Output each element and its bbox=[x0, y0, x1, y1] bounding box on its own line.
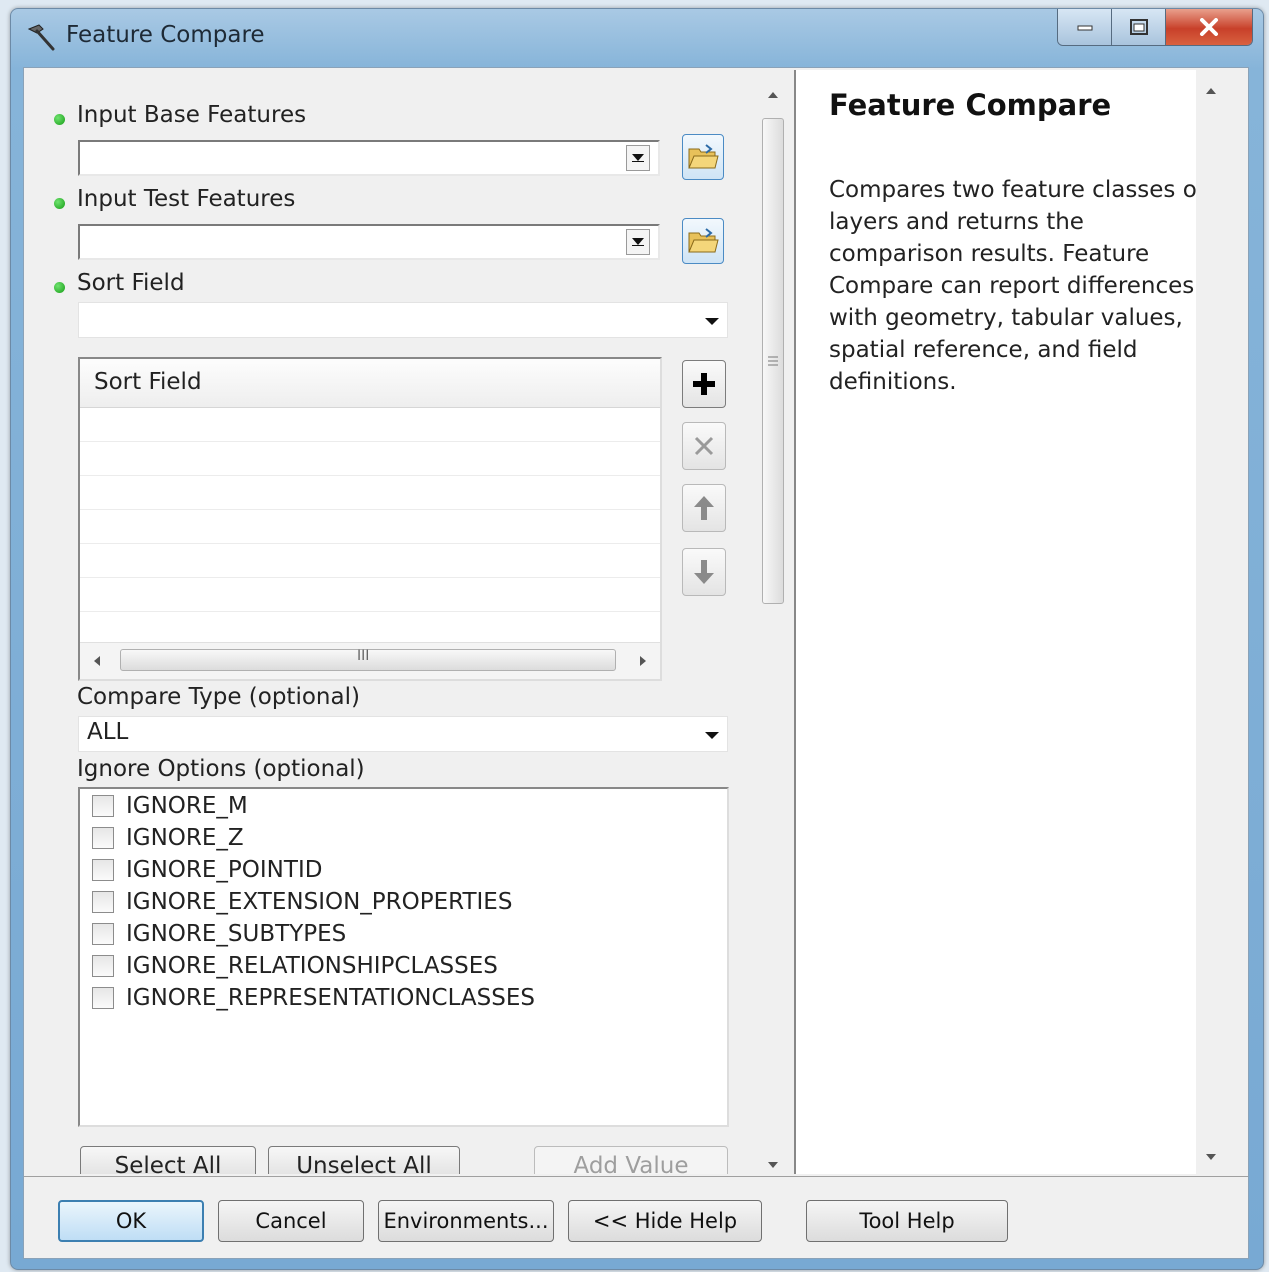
parameters-vertical-scrollbar[interactable] bbox=[757, 70, 789, 1174]
add-value-button[interactable]: Add Value bbox=[534, 1146, 728, 1174]
footer-separator bbox=[24, 1176, 1248, 1177]
compare-type-label: Compare Type (optional) bbox=[77, 684, 360, 710]
add-icon bbox=[693, 373, 715, 395]
help-panel: Feature Compare Compares two feature cla… bbox=[794, 70, 1226, 1174]
ignore-options-label: Ignore Options (optional) bbox=[77, 756, 365, 782]
table-row[interactable] bbox=[80, 510, 660, 544]
hide-help-button[interactable]: << Hide Help bbox=[568, 1200, 762, 1242]
scroll-down-icon[interactable] bbox=[1206, 1154, 1216, 1160]
move-up-icon bbox=[694, 496, 714, 520]
checkbox[interactable] bbox=[92, 923, 114, 945]
sort-field-table[interactable]: Sort Field III bbox=[78, 357, 662, 681]
table-row[interactable] bbox=[80, 408, 660, 442]
select-all-button[interactable]: Select All bbox=[80, 1146, 256, 1174]
required-indicator-icon bbox=[54, 198, 65, 209]
tool-help-button[interactable]: Tool Help bbox=[806, 1200, 1008, 1242]
unselect-all-button[interactable]: Unselect All bbox=[268, 1146, 460, 1174]
table-row[interactable] bbox=[80, 476, 660, 510]
list-item[interactable]: IGNORE_RELATIONSHIPCLASSES bbox=[92, 951, 498, 981]
close-button[interactable] bbox=[1166, 9, 1252, 45]
grip-icon bbox=[768, 356, 778, 366]
scroll-thumb[interactable] bbox=[762, 118, 784, 604]
help-description: Compares two feature classes or layers a… bbox=[829, 177, 1207, 395]
input-base-combo[interactable] bbox=[78, 140, 660, 176]
move-up-button[interactable] bbox=[682, 484, 726, 532]
move-down-button[interactable] bbox=[682, 548, 726, 596]
scroll-right-icon[interactable] bbox=[640, 656, 646, 666]
input-test-label: Input Test Features bbox=[77, 186, 296, 212]
window-title: Feature Compare bbox=[66, 22, 265, 48]
table-row[interactable] bbox=[80, 442, 660, 476]
minimize-icon bbox=[1077, 25, 1092, 31]
combo-dropdown-button[interactable] bbox=[626, 229, 650, 255]
title-bar[interactable]: Feature Compare bbox=[11, 9, 1263, 67]
list-item[interactable]: IGNORE_M bbox=[92, 791, 248, 821]
scroll-left-icon[interactable] bbox=[94, 656, 100, 666]
ok-button[interactable]: OK bbox=[58, 1200, 204, 1242]
minimize-button[interactable] bbox=[1058, 9, 1112, 45]
window-controls bbox=[1057, 9, 1253, 46]
sort-field-label: Sort Field bbox=[77, 270, 185, 296]
open-folder-icon bbox=[688, 228, 719, 253]
add-row-button[interactable] bbox=[682, 360, 726, 408]
move-down-icon bbox=[694, 560, 714, 584]
close-icon bbox=[1200, 18, 1218, 36]
list-item[interactable]: IGNORE_POINTID bbox=[92, 855, 322, 885]
list-item[interactable]: IGNORE_Z bbox=[92, 823, 244, 853]
input-base-browse-button[interactable] bbox=[682, 134, 724, 180]
list-item[interactable]: IGNORE_EXTENSION_PROPERTIES bbox=[92, 887, 512, 917]
ignore-options-list[interactable]: IGNORE_M IGNORE_Z IGNORE_POINTID IGNORE_… bbox=[78, 787, 729, 1127]
chevron-down-icon bbox=[705, 732, 719, 739]
cancel-button[interactable]: Cancel bbox=[218, 1200, 364, 1242]
list-item[interactable]: IGNORE_SUBTYPES bbox=[92, 919, 346, 949]
checkbox[interactable] bbox=[92, 859, 114, 881]
help-vertical-scrollbar[interactable] bbox=[1196, 70, 1226, 1174]
scroll-thumb[interactable]: III bbox=[120, 648, 616, 671]
input-test-combo[interactable] bbox=[78, 224, 660, 260]
maximize-button[interactable] bbox=[1112, 9, 1166, 45]
input-test-browse-button[interactable] bbox=[682, 218, 724, 264]
remove-icon bbox=[694, 436, 714, 456]
chevron-down-icon bbox=[632, 238, 644, 246]
checkbox[interactable] bbox=[92, 891, 114, 913]
compare-type-value: ALL bbox=[87, 719, 129, 745]
sort-field-table-header[interactable]: Sort Field bbox=[80, 359, 660, 408]
checkbox[interactable] bbox=[92, 987, 114, 1009]
list-item[interactable]: IGNORE_REPRESENTATIONCLASSES bbox=[92, 983, 535, 1013]
scroll-up-icon[interactable] bbox=[768, 92, 778, 98]
sort-field-dropdown[interactable] bbox=[78, 302, 728, 338]
checkbox[interactable] bbox=[92, 795, 114, 817]
chevron-down-icon bbox=[705, 318, 719, 325]
environments-button[interactable]: Environments... bbox=[378, 1200, 554, 1242]
scroll-up-icon[interactable] bbox=[1206, 88, 1216, 94]
combo-dropdown-button[interactable] bbox=[626, 145, 650, 171]
checkbox[interactable] bbox=[92, 955, 114, 977]
required-indicator-icon bbox=[54, 282, 65, 293]
open-folder-icon bbox=[688, 144, 719, 169]
dialog-window: Feature Compare Input Base Features Inpu… bbox=[10, 8, 1264, 1270]
table-horizontal-scrollbar[interactable]: III bbox=[80, 642, 660, 679]
checkbox[interactable] bbox=[92, 827, 114, 849]
hammer-icon bbox=[27, 24, 55, 51]
table-row[interactable] bbox=[80, 578, 660, 612]
table-row[interactable] bbox=[80, 544, 660, 578]
chevron-down-icon bbox=[632, 154, 644, 162]
compare-type-dropdown[interactable]: ALL bbox=[78, 716, 728, 752]
help-title: Feature Compare bbox=[829, 88, 1112, 122]
input-base-label: Input Base Features bbox=[77, 102, 307, 128]
maximize-icon bbox=[1129, 19, 1148, 35]
dialog-client: Input Base Features Input Test Features … bbox=[23, 67, 1249, 1259]
required-indicator-icon bbox=[54, 114, 65, 125]
parameters-panel: Input Base Features Input Test Features … bbox=[26, 70, 786, 1174]
remove-row-button[interactable] bbox=[682, 422, 726, 470]
scroll-down-icon[interactable] bbox=[768, 1162, 778, 1168]
